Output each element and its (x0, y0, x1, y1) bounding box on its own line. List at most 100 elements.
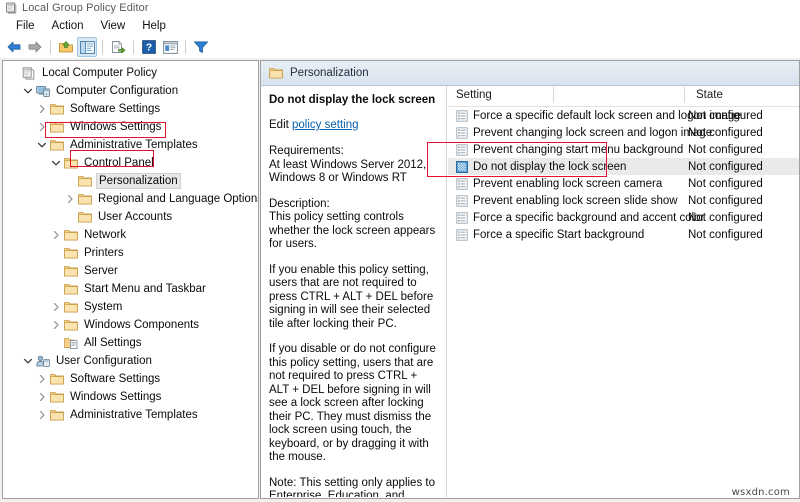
table-row[interactable]: Force a specific Start background Not con… (448, 226, 799, 243)
settings-rows: Force a specific default lock screen and… (448, 107, 799, 243)
help-icon[interactable]: ? (139, 37, 159, 57)
table-row[interactable]: Do not display the lock screen Not config… (448, 158, 799, 175)
chevron-right-icon[interactable] (35, 407, 49, 423)
toolbar-separator (133, 40, 134, 54)
chevron-right-icon[interactable] (49, 227, 63, 243)
folder-icon (63, 300, 78, 314)
setting-name: Do not display the lock screen (473, 160, 627, 173)
column-divider[interactable] (684, 87, 685, 103)
folder-icon (49, 138, 64, 152)
chevron-right-icon[interactable] (35, 389, 49, 405)
setting-name: Prevent enabling lock screen slide show (473, 194, 678, 207)
forward-arrow-icon[interactable] (25, 37, 45, 57)
back-arrow-icon[interactable] (4, 37, 24, 57)
setting-name: Force a specific Start background (473, 228, 645, 241)
tree-item-label: User Accounts (98, 211, 173, 223)
policy-setting-icon (456, 126, 468, 139)
tree-item-all-settings[interactable]: All Settings (3, 334, 258, 352)
up-folder-icon[interactable] (56, 37, 76, 57)
results-pane: Personalization Do not display the lock … (260, 60, 800, 499)
folder-icon (49, 120, 64, 134)
edit-prefix-label: Edit (269, 119, 293, 131)
setting-name: Force a specific background and accent c… (473, 211, 705, 224)
tree-item-user-configuration[interactable]: User Configuration (3, 352, 258, 370)
tree-item-regional-and-language-options[interactable]: Regional and Language Options (3, 190, 258, 208)
tree-item-label: Administrative Templates (70, 139, 198, 151)
settings-list-pane[interactable]: Setting State Force a specific default l… (448, 86, 799, 497)
tree-item-system[interactable]: System (3, 298, 258, 316)
tree-item-label: Computer Configuration (56, 85, 179, 97)
chevron-right-icon[interactable] (49, 299, 63, 315)
tree-item-control-panel[interactable]: Control Panel (3, 154, 258, 172)
tree-item-label: Windows Components (84, 319, 200, 331)
chevron-down-icon[interactable] (35, 137, 49, 153)
export-list-icon[interactable] (108, 37, 128, 57)
description-text: This policy setting controls whether the… (269, 211, 436, 250)
table-row[interactable]: Prevent enabling lock screen camera Not c… (448, 175, 799, 192)
tree-item-start-menu-and-taskbar[interactable]: Start Menu and Taskbar (3, 280, 258, 298)
column-header-setting[interactable]: Setting (456, 89, 492, 101)
tree-item-label: Server (84, 265, 118, 277)
tree-item-personalization[interactable]: Personalization (3, 172, 258, 190)
tree-item-label: Control Panel (84, 157, 154, 169)
tree-item-label: Regional and Language Options (98, 193, 259, 205)
tree-item-label: All Settings (84, 337, 142, 349)
policy-title: Do not display the lock screen (269, 94, 436, 106)
tree-item-local-computer-policy[interactable]: Local Computer Policy (3, 64, 258, 82)
tree-item-administrative-templates[interactable]: Administrative Templates (3, 406, 258, 424)
menu-help[interactable]: Help (134, 19, 175, 33)
folder-icon (63, 318, 78, 332)
policy-setting-icon (456, 177, 468, 190)
folder-icon (63, 264, 78, 278)
tree-item-user-accounts[interactable]: User Accounts (3, 208, 258, 226)
chevron-down-icon[interactable] (21, 83, 35, 99)
table-row[interactable]: Force a specific default lock screen and… (448, 107, 799, 124)
chevron-right-icon[interactable] (63, 191, 77, 207)
menu-action[interactable]: Action (44, 19, 93, 33)
console-window-icon (5, 2, 17, 14)
main-content: Local Computer Policy Computer Configurat… (0, 58, 800, 502)
tree-item-computer-configuration[interactable]: Computer Configuration (3, 82, 258, 100)
tree-item-server[interactable]: Server (3, 262, 258, 280)
folder-icon (63, 228, 78, 242)
toolbar-separator (102, 40, 103, 54)
table-row[interactable]: Force a specific background and accent c… (448, 209, 799, 226)
tree-item-label: Windows Settings (70, 121, 162, 133)
description-enable-paragraph: If you enable this policy setting, users… (269, 263, 434, 330)
chevron-right-icon[interactable] (35, 119, 49, 135)
tree-item-windows-settings[interactable]: Windows Settings (3, 388, 258, 406)
properties-icon[interactable] (160, 37, 180, 57)
tree-item-label: User Configuration (56, 355, 152, 367)
edit-policy-setting-row: Edit policy setting (269, 119, 436, 131)
table-row[interactable]: Prevent changing start menu background No… (448, 141, 799, 158)
toolbar-separator (185, 40, 186, 54)
column-divider[interactable] (553, 87, 554, 103)
tree-item-software-settings[interactable]: Software Settings (3, 100, 258, 118)
chevron-down-icon[interactable] (21, 353, 35, 369)
chevron-right-icon[interactable] (35, 371, 49, 387)
column-header-state[interactable]: State (696, 89, 723, 101)
table-row[interactable]: Prevent changing lock screen and logon i… (448, 124, 799, 141)
console-tree-pane[interactable]: Local Computer Policy Computer Configurat… (2, 60, 259, 499)
tree-item-windows-settings[interactable]: Windows Settings (3, 118, 258, 136)
description-note-paragraph: Note: This setting only applies to Enter… (269, 476, 435, 498)
tree-item-printers[interactable]: Printers (3, 244, 258, 262)
menu-view[interactable]: View (93, 19, 135, 33)
show-hide-tree-icon[interactable] (77, 37, 97, 57)
setting-name: Prevent enabling lock screen camera (473, 177, 663, 190)
tree-item-windows-components[interactable]: Windows Components (3, 316, 258, 334)
menu-file[interactable]: File (8, 19, 44, 33)
tree-item-software-settings[interactable]: Software Settings (3, 370, 258, 388)
filter-icon[interactable] (191, 37, 211, 57)
chevron-right-icon[interactable] (35, 101, 49, 117)
setting-state: Not configured (688, 228, 763, 241)
policy-setting-icon (456, 211, 468, 224)
edit-policy-setting-link[interactable]: policy setting (292, 119, 358, 131)
chevron-down-icon[interactable] (49, 155, 63, 171)
tree-item-network[interactable]: Network (3, 226, 258, 244)
tree-item-administrative-templates[interactable]: Administrative Templates (3, 136, 258, 154)
table-row[interactable]: Prevent enabling lock screen slide show N… (448, 192, 799, 209)
chevron-right-icon[interactable] (49, 317, 63, 333)
